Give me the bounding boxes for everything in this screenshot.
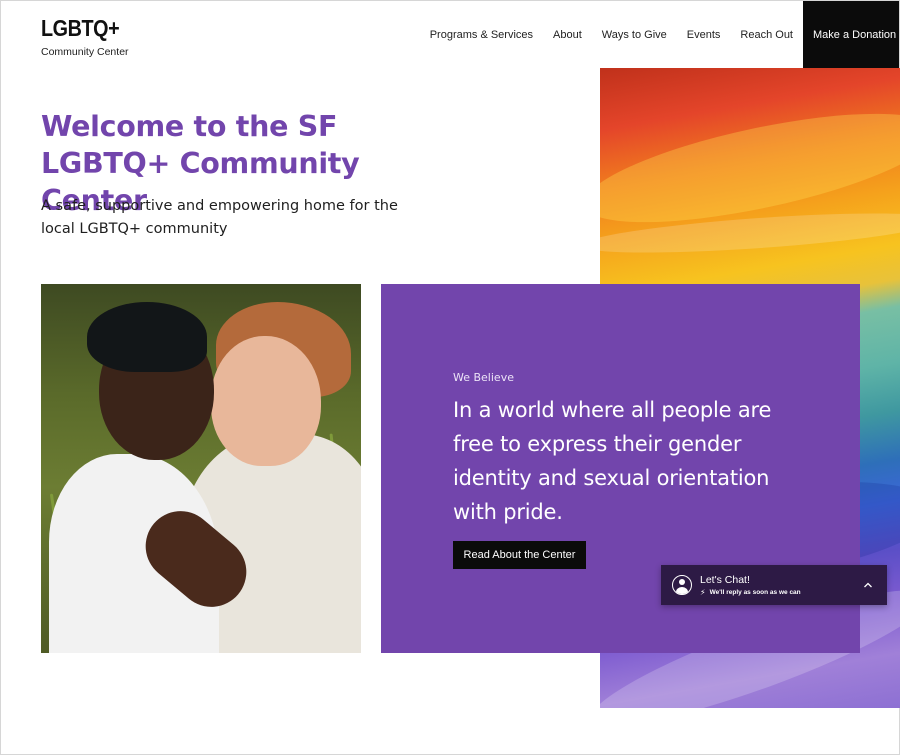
- donate-button[interactable]: Make a Donation: [803, 1, 899, 68]
- user-avatar-icon: [672, 575, 692, 595]
- chat-texts: Let's Chat! ⚡ We'll reply as soon as we …: [700, 574, 863, 597]
- nav-item-programs-services[interactable]: Programs & Services: [420, 29, 543, 41]
- nav-item-about[interactable]: About: [543, 29, 592, 41]
- chat-widget[interactable]: Let's Chat! ⚡ We'll reply as soon as we …: [661, 565, 887, 605]
- read-about-button[interactable]: Read About the Center: [453, 541, 586, 569]
- chevron-up-icon[interactable]: [863, 580, 873, 590]
- logo-title: LGBTQ+: [41, 15, 120, 41]
- nav-item-events[interactable]: Events: [677, 29, 731, 41]
- we-believe-statement: In a world where all people are free to …: [453, 398, 772, 524]
- chat-subtitle-row: ⚡ We'll reply as soon as we can: [700, 588, 863, 597]
- chat-title: Let's Chat!: [700, 573, 750, 586]
- main-nav: Programs & Services About Ways to Give E…: [420, 1, 899, 68]
- couple-photo: [41, 284, 361, 653]
- nav-item-reach-out[interactable]: Reach Out: [730, 29, 803, 41]
- photo-person-face: [211, 336, 321, 466]
- nav-item-ways-to-give[interactable]: Ways to Give: [592, 29, 677, 41]
- site-logo[interactable]: LGBTQ+ Community Center: [41, 15, 132, 58]
- we-believe-kicker: We Believe: [453, 371, 514, 384]
- logo-subtitle: Community Center: [41, 46, 129, 58]
- lightning-icon: ⚡: [700, 587, 706, 597]
- photo-person-hair: [87, 302, 207, 372]
- hero-subtitle: A safe, supportive and empowering home f…: [41, 198, 398, 237]
- chat-subtitle: We'll reply as soon as we can: [709, 588, 801, 596]
